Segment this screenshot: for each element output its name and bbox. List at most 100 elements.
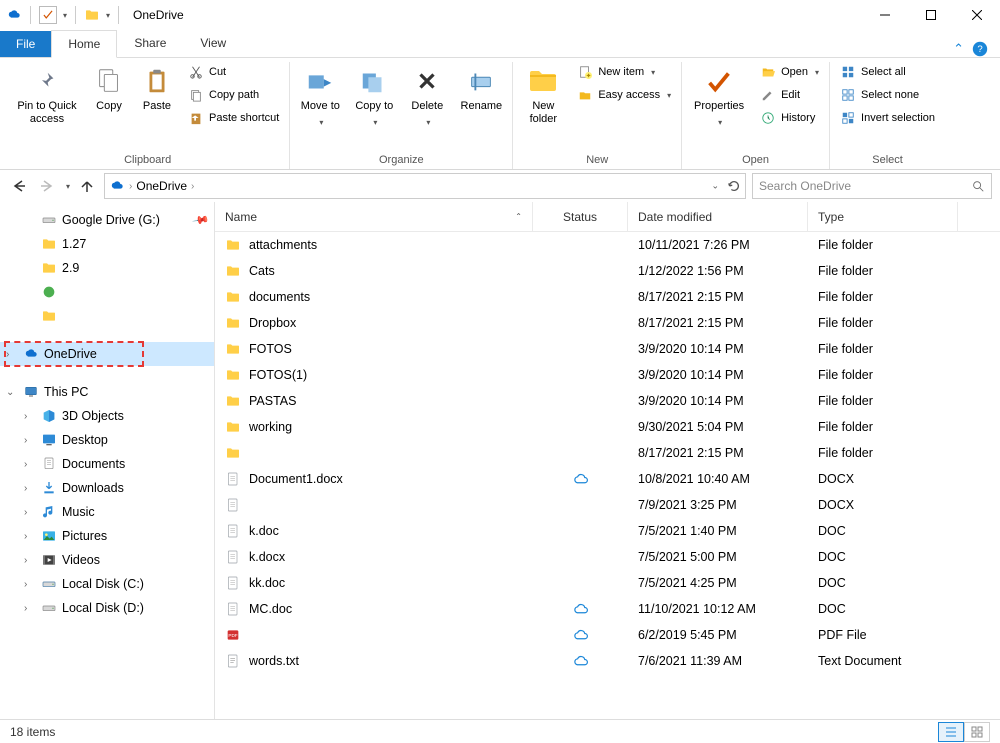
file-row[interactable]: Dropbox8/17/2021 2:15 PMFile folder [215,310,1000,336]
col-status[interactable]: Status [533,202,628,231]
pictures-icon [41,528,57,544]
breadcrumb-dropdown[interactable]: ⌄ [711,181,719,192]
qat-dropdown[interactable]: ▾ [63,11,67,20]
close-button[interactable] [954,0,1000,30]
pin-to-quick-access-button[interactable]: Pin to Quick access [12,62,82,129]
file-row[interactable]: Cats1/12/2022 1:56 PMFile folder [215,258,1000,284]
file-name: k.doc [249,524,279,538]
tree-item[interactable]: ›Documents [0,452,214,476]
file-type: File folder [808,238,958,252]
file-row[interactable]: kk.doc7/5/2021 4:25 PMDOC [215,570,1000,596]
file-row[interactable]: 7/9/2021 3:25 PMDOCX [215,492,1000,518]
search-placeholder: Search OneDrive [759,179,851,193]
tree-item[interactable]: ›Pictures [0,524,214,548]
file-row[interactable]: PASTAS3/9/2020 10:14 PMFile folder [215,388,1000,414]
file-row[interactable]: FOTOS(1)3/9/2020 10:14 PMFile folder [215,362,1000,388]
select-all-button[interactable]: Select all [836,62,939,82]
paste-button[interactable]: Paste [136,62,178,116]
edit-button[interactable]: Edit [756,85,823,105]
back-button[interactable] [8,175,30,197]
new-item-button[interactable]: New item▾ [573,62,675,82]
copy-to-button[interactable]: Copy to▾ [350,62,398,132]
file-row[interactable]: words.txt7/6/2021 11:39 AMText Document [215,648,1000,674]
item-count: 18 items [10,725,55,739]
minimize-button[interactable] [862,0,908,30]
cut-button[interactable]: Cut [184,62,283,82]
tree-item[interactable]: ›Desktop [0,428,214,452]
file-rows[interactable]: attachments10/11/2021 7:26 PMFile folder… [215,232,1000,719]
file-type: DOC [808,602,958,616]
share-tab[interactable]: Share [117,29,183,57]
file-date: 9/30/2021 5:04 PM [628,420,808,434]
file-name: kk.doc [249,576,285,590]
col-name[interactable]: Name⌃ [215,202,533,231]
address-bar[interactable]: › OneDrive › ⌄ [104,173,746,199]
search-box[interactable]: Search OneDrive [752,173,992,199]
col-type[interactable]: Type [808,202,958,231]
maximize-button[interactable] [908,0,954,30]
delete-button[interactable]: Delete▾ [404,62,450,132]
view-tab[interactable]: View [183,29,243,57]
file-tab[interactable]: File [0,31,51,57]
tree-item[interactable] [0,280,214,304]
file-row[interactable]: working9/30/2021 5:04 PMFile folder [215,414,1000,440]
invert-selection-button[interactable]: Invert selection [836,108,939,128]
file-row[interactable]: Document1.docx10/8/2021 10:40 AMDOCX [215,466,1000,492]
tree-item[interactable]: 1.27 [0,232,214,256]
qat-dropdown-2[interactable]: ▾ [106,11,110,20]
tree-item[interactable]: ›OneDrive [0,342,214,366]
home-tab[interactable]: Home [51,30,117,58]
tree-item[interactable]: ›Videos [0,548,214,572]
paste-shortcut-button[interactable]: Paste shortcut [184,108,283,128]
onedrive-icon [6,7,22,23]
tree-item[interactable] [0,304,214,328]
forward-button[interactable] [36,175,58,197]
easy-access-button[interactable]: Easy access▾ [573,85,675,105]
history-button[interactable]: History [756,108,823,128]
copy-button[interactable]: Copy [88,62,130,116]
copy-icon [94,66,124,96]
select-none-button[interactable]: Select none [836,85,939,105]
rename-button[interactable]: Rename [456,62,506,116]
copy-path-button[interactable]: Copy path [184,85,283,105]
refresh-button[interactable] [727,179,741,193]
tree-item[interactable]: ›Music [0,500,214,524]
tree-item[interactable]: ›Downloads [0,476,214,500]
group-organize: Move to▾ Copy to▾ Delete▾ Rename Organiz… [290,62,513,169]
help-icon[interactable] [972,41,988,57]
file-row[interactable]: attachments10/11/2021 7:26 PMFile folder [215,232,1000,258]
file-row[interactable]: 6/2/2019 5:45 PMPDF File [215,622,1000,648]
txt-icon [225,653,241,669]
file-row[interactable]: k.docx7/5/2021 5:00 PMDOC [215,544,1000,570]
file-date: 7/5/2021 5:00 PM [628,550,808,564]
file-type: File folder [808,446,958,460]
open-button[interactable]: Open▾ [756,62,823,82]
tree-item-label: Local Disk (C:) [62,577,144,591]
breadcrumb-segment[interactable]: OneDrive [136,179,187,193]
new-folder-button[interactable]: New folder [519,62,567,129]
move-to-button[interactable]: Move to▾ [296,62,344,132]
properties-button[interactable]: Properties▾ [688,62,750,132]
tree-item[interactable]: Google Drive (G:)📌 [0,208,214,232]
view-icons-button[interactable] [964,722,990,742]
tree-item[interactable]: ›3D Objects [0,404,214,428]
tree-item[interactable]: ›Local Disk (D:) [0,596,214,620]
collapse-ribbon-icon[interactable]: ⌃ [953,41,964,57]
nav-tree[interactable]: Google Drive (G:)📌1.272.9 ›OneDrive ⌄This … [0,202,215,719]
tree-item[interactable]: 2.9 [0,256,214,280]
col-date[interactable]: Date modified [628,202,808,231]
tree-item[interactable]: ⌄This PC [0,380,214,404]
file-row[interactable]: 8/17/2021 2:15 PMFile folder [215,440,1000,466]
file-row[interactable]: documents8/17/2021 2:15 PMFile folder [215,284,1000,310]
up-button[interactable] [76,175,98,197]
recent-locations-button[interactable]: ▾ [66,182,70,191]
qat-check[interactable] [39,6,57,24]
folder-icon [41,308,57,324]
file-row[interactable]: MC.doc11/10/2021 10:12 AMDOC [215,596,1000,622]
file-row[interactable]: FOTOS3/9/2020 10:14 PMFile folder [215,336,1000,362]
view-details-button[interactable] [938,722,964,742]
file-row[interactable]: k.doc7/5/2021 1:40 PMDOC [215,518,1000,544]
tree-item[interactable]: ›Local Disk (C:) [0,572,214,596]
file-name: documents [249,290,310,304]
file-date: 8/17/2021 2:15 PM [628,290,808,304]
